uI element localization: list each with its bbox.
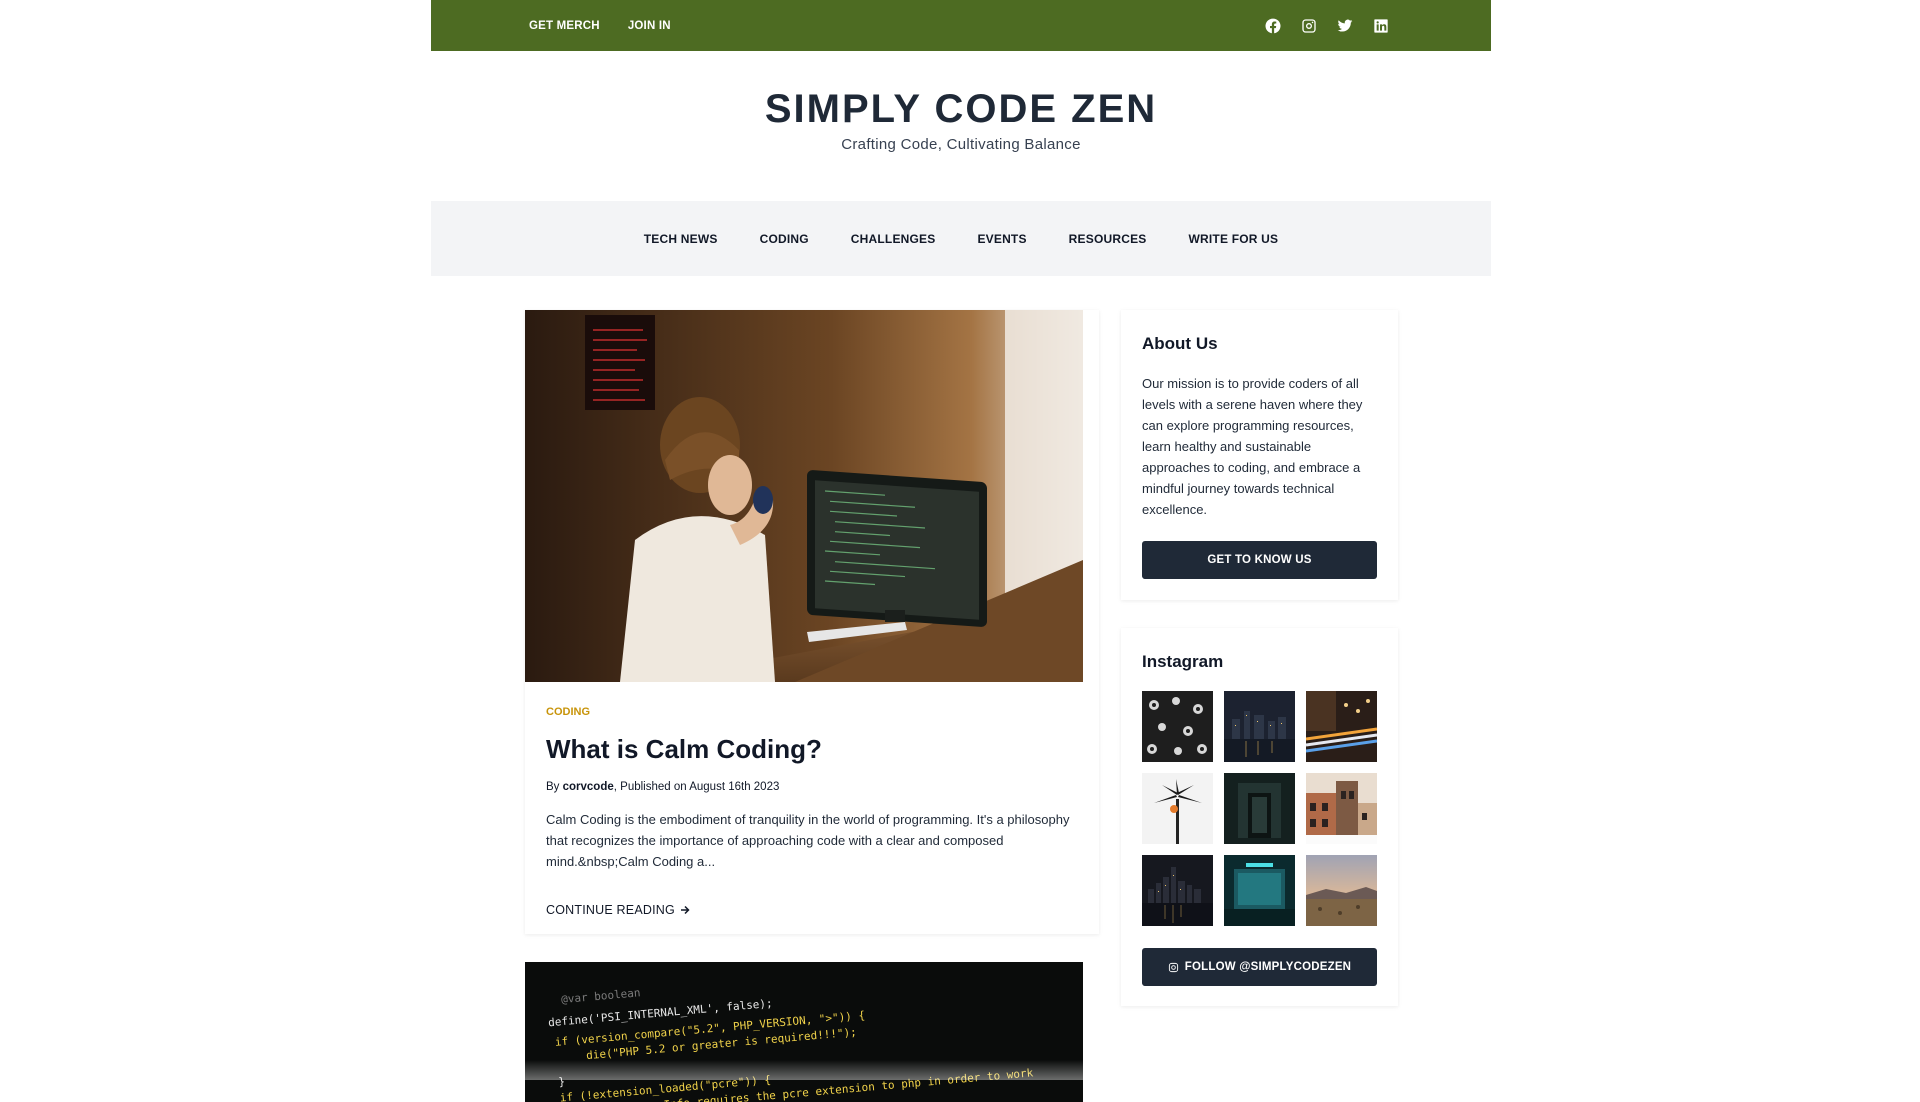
site-header: SIMPLY CODE ZEN Crafting Code, Cultivati… (431, 88, 1491, 153)
nav-item-challenges[interactable]: CHALLENGES (851, 232, 936, 246)
nav-item-tech-news[interactable]: TECH NEWS (644, 232, 718, 246)
article-author[interactable]: corvcode (563, 781, 614, 793)
instagram-widget: Instagram FOLLOW @SIMPLYCODEZEN (1121, 628, 1398, 1006)
follow-instagram-label: FOLLOW @SIMPLYCODEZEN (1184, 961, 1352, 973)
nav-item-resources[interactable]: RESOURCES (1069, 232, 1147, 246)
join-in-link[interactable]: JOIN IN (628, 20, 671, 32)
about-widget: About Us Our mission is to provide coder… (1121, 310, 1398, 600)
article-title[interactable]: What is Calm Coding? (546, 734, 822, 765)
facebook-icon[interactable] (1265, 18, 1281, 34)
social-links (1265, 0, 1389, 51)
nav-item-events[interactable]: EVENTS (977, 232, 1026, 246)
instagram-icon[interactable] (1301, 18, 1317, 34)
about-body: Our mission is to provide coders of all … (1142, 376, 1363, 517)
meta-by: By (546, 781, 560, 793)
instagram-heading: Instagram (1142, 652, 1224, 671)
get-to-know-us-button[interactable]: GET TO KNOW US (1142, 541, 1377, 579)
meta-published: , Published on August 16th 2023 (613, 781, 780, 793)
bottom-fade (0, 1060, 1920, 1080)
article-2-hero-image[interactable]: @var boolean define('PSI_INTERNAL_XML', … (525, 962, 1083, 1102)
top-bar: GET MERCH JOIN IN (431, 0, 1491, 51)
linkedin-icon[interactable] (1373, 18, 1389, 34)
site-title[interactable]: SIMPLY CODE ZEN (431, 88, 1491, 130)
site-tagline: Crafting Code, Cultivating Balance (841, 136, 1081, 153)
article-hero-image[interactable] (525, 310, 1083, 682)
continue-reading-label: CONTINUE READING (546, 903, 675, 917)
get-merch-link[interactable]: GET MERCH (529, 20, 600, 32)
instagram-thumb-dark-door[interactable] (1224, 773, 1295, 844)
article-card: CODING What is Calm Coding? By corvcode,… (525, 310, 1099, 934)
page-frame: GET MERCH JOIN IN SIMPLY CODE ZEN Crafti… (431, 0, 1491, 1102)
about-heading: About Us (1142, 334, 1218, 353)
instagram-thumb-desert-dusk[interactable] (1306, 855, 1377, 926)
article-meta: By corvcode, Published on August 16th 20… (546, 781, 779, 793)
get-to-know-us-label: GET TO KNOW US (1207, 554, 1312, 566)
instagram-thumb-skyline[interactable] (1142, 855, 1213, 926)
arrow-right-icon (680, 905, 690, 915)
article-excerpt: Calm Coding is the embodiment of tranqui… (546, 812, 1070, 869)
main-nav: TECH NEWS CODING CHALLENGES EVENTS RESOU… (431, 201, 1491, 276)
article-card-2: @var boolean define('PSI_INTERNAL_XML', … (525, 962, 1099, 1102)
top-links: GET MERCH JOIN IN (529, 0, 671, 51)
instagram-icon (1168, 962, 1178, 972)
instagram-thumb-city-night[interactable] (1224, 691, 1295, 762)
article-category[interactable]: CODING (546, 706, 590, 718)
nav-item-coding[interactable]: CODING (760, 232, 809, 246)
continue-reading-link[interactable]: CONTINUE READING (546, 903, 691, 917)
instagram-thumb-buildings[interactable] (1306, 773, 1377, 844)
nav-item-write-for-us[interactable]: WRITE FOR US (1189, 232, 1279, 246)
instagram-grid (1142, 691, 1377, 926)
twitter-icon[interactable] (1337, 18, 1353, 34)
instagram-thumb-light-trails[interactable] (1306, 691, 1377, 762)
instagram-thumb-bolts[interactable] (1142, 691, 1213, 762)
follow-instagram-button[interactable]: FOLLOW @SIMPLYCODEZEN (1142, 948, 1377, 986)
instagram-thumb-teal-storefront[interactable] (1224, 855, 1295, 926)
instagram-thumb-palm-tree[interactable] (1142, 773, 1213, 844)
